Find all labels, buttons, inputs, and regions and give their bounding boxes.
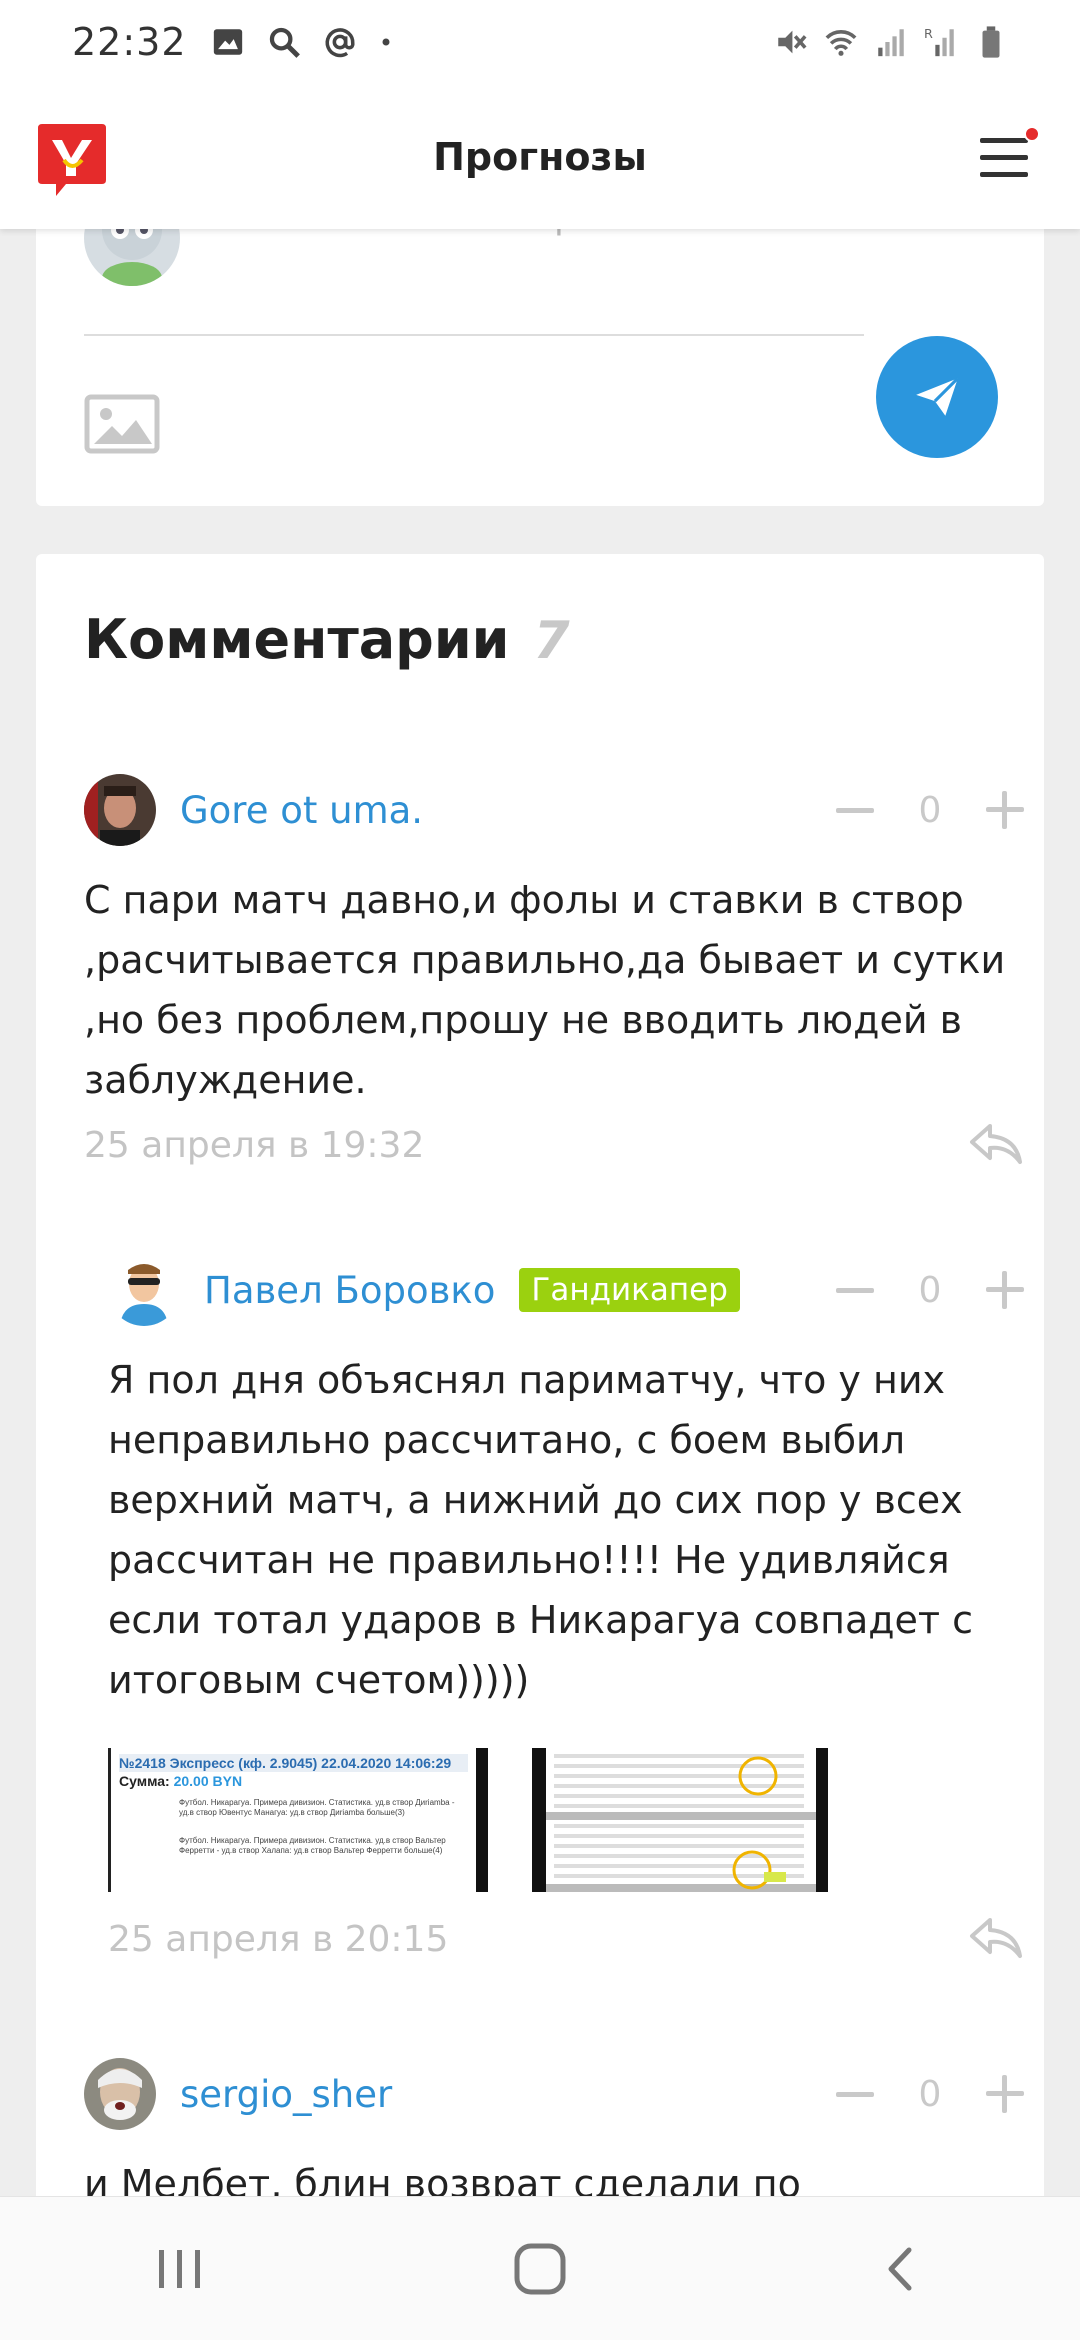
vote-down-icon[interactable]	[836, 1287, 874, 1293]
author-name[interactable]: sergio_sher	[180, 2073, 392, 2116]
home-button[interactable]	[505, 2234, 575, 2304]
status-time: 22:32	[72, 20, 187, 64]
menu-icon	[980, 138, 1028, 143]
vote-up-icon[interactable]	[986, 2075, 1024, 2113]
author-name[interactable]: Павел Боровко	[204, 1269, 495, 1312]
input-underline	[84, 334, 864, 336]
app-header: Прогнозы	[0, 84, 1080, 229]
comment-item: Gore ot uma. 0 С пари матч давно,и фолы …	[84, 770, 1024, 1168]
vote-down-icon[interactable]	[836, 807, 874, 813]
attachment-header: №2418 Экспресс (кф. 2.9045) 22.04.2020 1…	[119, 1754, 468, 1772]
attachment-thumbnail[interactable]	[532, 1748, 828, 1892]
attachment-sum-label: Сумма:	[119, 1773, 170, 1789]
signal-r-icon: R	[924, 27, 954, 57]
home-icon	[514, 2243, 566, 2294]
reply-icon[interactable]	[968, 1122, 1024, 1168]
vote-controls: 0	[836, 790, 1024, 831]
search-icon	[269, 27, 300, 58]
page-title: Прогнозы	[433, 134, 647, 179]
comment-text: Я пол дня объяснял париматчу, что у них …	[108, 1358, 974, 1702]
attachment-row: Футбол. Никарагуа. Примера дивизион. Ста…	[179, 1836, 446, 1855]
system-nav-bar	[0, 2196, 1080, 2340]
dot-icon	[382, 38, 390, 46]
vote-count: 0	[918, 2073, 942, 2115]
attachments: №2418 Экспресс (кф. 2.9045) 22.04.2020 1…	[108, 1748, 1024, 1892]
back-icon	[888, 2247, 912, 2290]
vote-up-icon[interactable]	[986, 1271, 1024, 1309]
back-button[interactable]	[865, 2234, 935, 2304]
author-name[interactable]: Gore ot uma.	[180, 789, 423, 832]
comment-text: С пари матч давно,и фолы и ставки в ство…	[84, 878, 1006, 1102]
status-badge: Гандикапер	[519, 1268, 740, 1312]
attachment-thumbnail[interactable]: №2418 Экспресс (кф. 2.9045) 22.04.2020 1…	[108, 1748, 488, 1892]
site-logo-icon[interactable]	[36, 120, 108, 198]
vote-count: 0	[918, 1269, 942, 1311]
svg-text:R: R	[924, 27, 933, 42]
image-icon	[213, 29, 242, 55]
comments-title: Комментарии	[84, 608, 510, 671]
battery-icon	[982, 26, 1000, 58]
recent-apps-icon	[159, 2249, 200, 2288]
comment-date: 25 апреля в 20:15	[108, 1918, 449, 1960]
avatar[interactable]	[84, 2058, 156, 2130]
status-bar: 22:32 R	[0, 0, 1080, 84]
signal-icon	[878, 29, 904, 57]
attach-image-icon[interactable]	[84, 394, 160, 454]
comments-header: Комментарии 7	[84, 608, 570, 671]
at-icon	[325, 28, 355, 58]
send-icon	[916, 377, 959, 416]
notification-dot	[1024, 126, 1040, 142]
wifi-icon	[825, 30, 857, 56]
send-button[interactable]	[876, 336, 998, 458]
avatar[interactable]	[108, 1254, 180, 1326]
menu-button[interactable]	[978, 126, 1040, 184]
avatar[interactable]	[84, 774, 156, 846]
attachment-row: Футбол. Никарагуа. Примера дивизион. Ста…	[179, 1798, 455, 1817]
mute-icon	[778, 30, 807, 54]
vote-controls: 0	[836, 2074, 1024, 2115]
comments-card: Комментарии 7 Gore ot uma. 0 С пари матч…	[36, 554, 1044, 2274]
reply-icon[interactable]	[968, 1916, 1024, 1962]
vote-controls: 0	[836, 1270, 1024, 1311]
vote-up-icon[interactable]	[986, 791, 1024, 829]
attachment-sum-value: 20.00 BYN	[173, 1773, 243, 1789]
recent-apps-button[interactable]	[145, 2234, 215, 2304]
vote-count: 0	[918, 789, 942, 831]
comment-date: 25 апреля в 19:32	[84, 1124, 425, 1166]
comment-item: sergio_sher 0 и Мелбет, блин возврат сде…	[84, 2054, 1024, 2214]
comments-count: 7	[533, 611, 570, 671]
vote-down-icon[interactable]	[836, 2091, 874, 2097]
comment-item: Павел Боровко Гандикапер 0 Я пол дня объ…	[108, 1250, 1024, 1962]
